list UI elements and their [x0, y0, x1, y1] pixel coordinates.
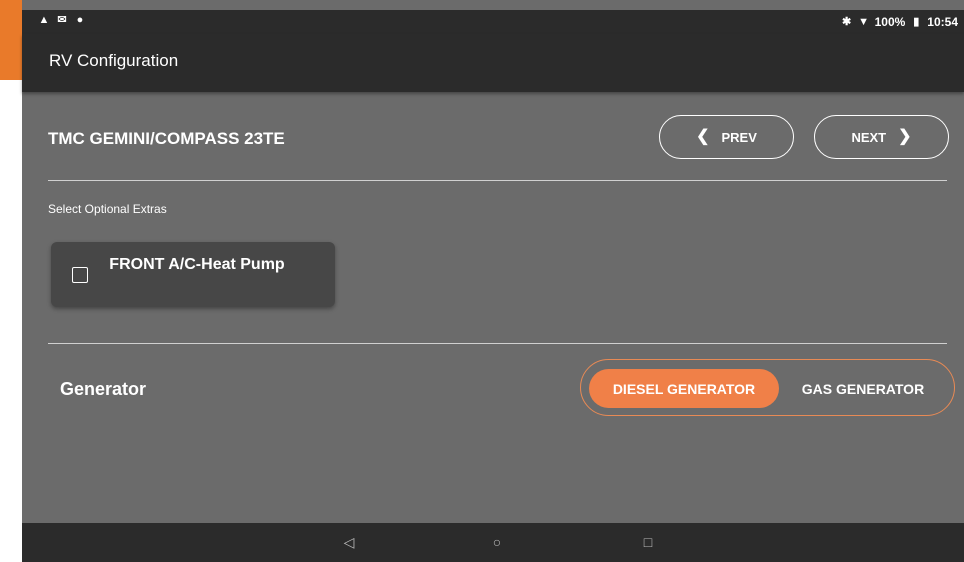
- next-button[interactable]: NEXT ❯: [814, 115, 949, 159]
- bluetooth-icon: ✱: [841, 16, 852, 28]
- extras-section-label: Select Optional Extras: [48, 202, 167, 216]
- diesel-generator-option[interactable]: DIESEL GENERATOR: [589, 369, 779, 408]
- prev-button[interactable]: ❮ PREV: [659, 115, 794, 159]
- status-bar: ▲ ✉ ● ✱ ▼ 100% ▮ 10:54: [22, 10, 964, 34]
- status-notifications: ▲ ✉ ●: [38, 14, 86, 26]
- chevron-left-icon: ❮: [696, 128, 710, 145]
- generator-label: Generator: [60, 379, 147, 399]
- gas-generator-option[interactable]: GAS GENERATOR: [783, 369, 943, 408]
- extra-option-front-ac-heat-pump[interactable]: FRONT A/C-Heat Pump: [51, 242, 335, 307]
- battery-percent: 100%: [874, 15, 906, 29]
- divider: [48, 180, 947, 181]
- chevron-right-icon: ❯: [898, 128, 912, 145]
- extra-option-label: FRONT A/C-Heat Pump: [109, 256, 285, 273]
- device-screen: ▲ ✉ ● ✱ ▼ 100% ▮ 10:54 RV Configuration …: [22, 0, 964, 562]
- clock: 10:54: [927, 15, 958, 29]
- warning-icon: ▲: [38, 14, 50, 26]
- circle-icon: ●: [76, 14, 84, 26]
- extra-checkbox[interactable]: [72, 267, 88, 283]
- next-button-label: NEXT: [851, 129, 887, 145]
- status-system: ✱ ▼ 100% ▮ 10:54: [841, 15, 958, 29]
- generator-toggle-group: DIESEL GENERATOR GAS GENERATOR: [580, 359, 955, 416]
- window-accent-block: [0, 0, 22, 80]
- divider: [48, 343, 947, 344]
- android-nav-bar: ◁ ○ □: [22, 523, 964, 562]
- main-content: TMC GEMINI/COMPASS 23TE ❮ PREV NEXT ❯ Se…: [22, 92, 964, 523]
- app-bar: RV Configuration: [22, 34, 964, 92]
- model-title: TMC GEMINI/COMPASS 23TE: [48, 129, 285, 148]
- app-title: RV Configuration: [49, 51, 179, 70]
- gmail-icon: ✉: [57, 14, 67, 26]
- home-icon[interactable]: ○: [490, 535, 504, 549]
- wifi-icon: ▼: [858, 16, 870, 28]
- recents-icon[interactable]: □: [641, 535, 655, 549]
- back-icon[interactable]: ◁: [342, 535, 356, 549]
- prev-button-label: PREV: [721, 129, 757, 145]
- battery-icon: ▮: [913, 16, 920, 28]
